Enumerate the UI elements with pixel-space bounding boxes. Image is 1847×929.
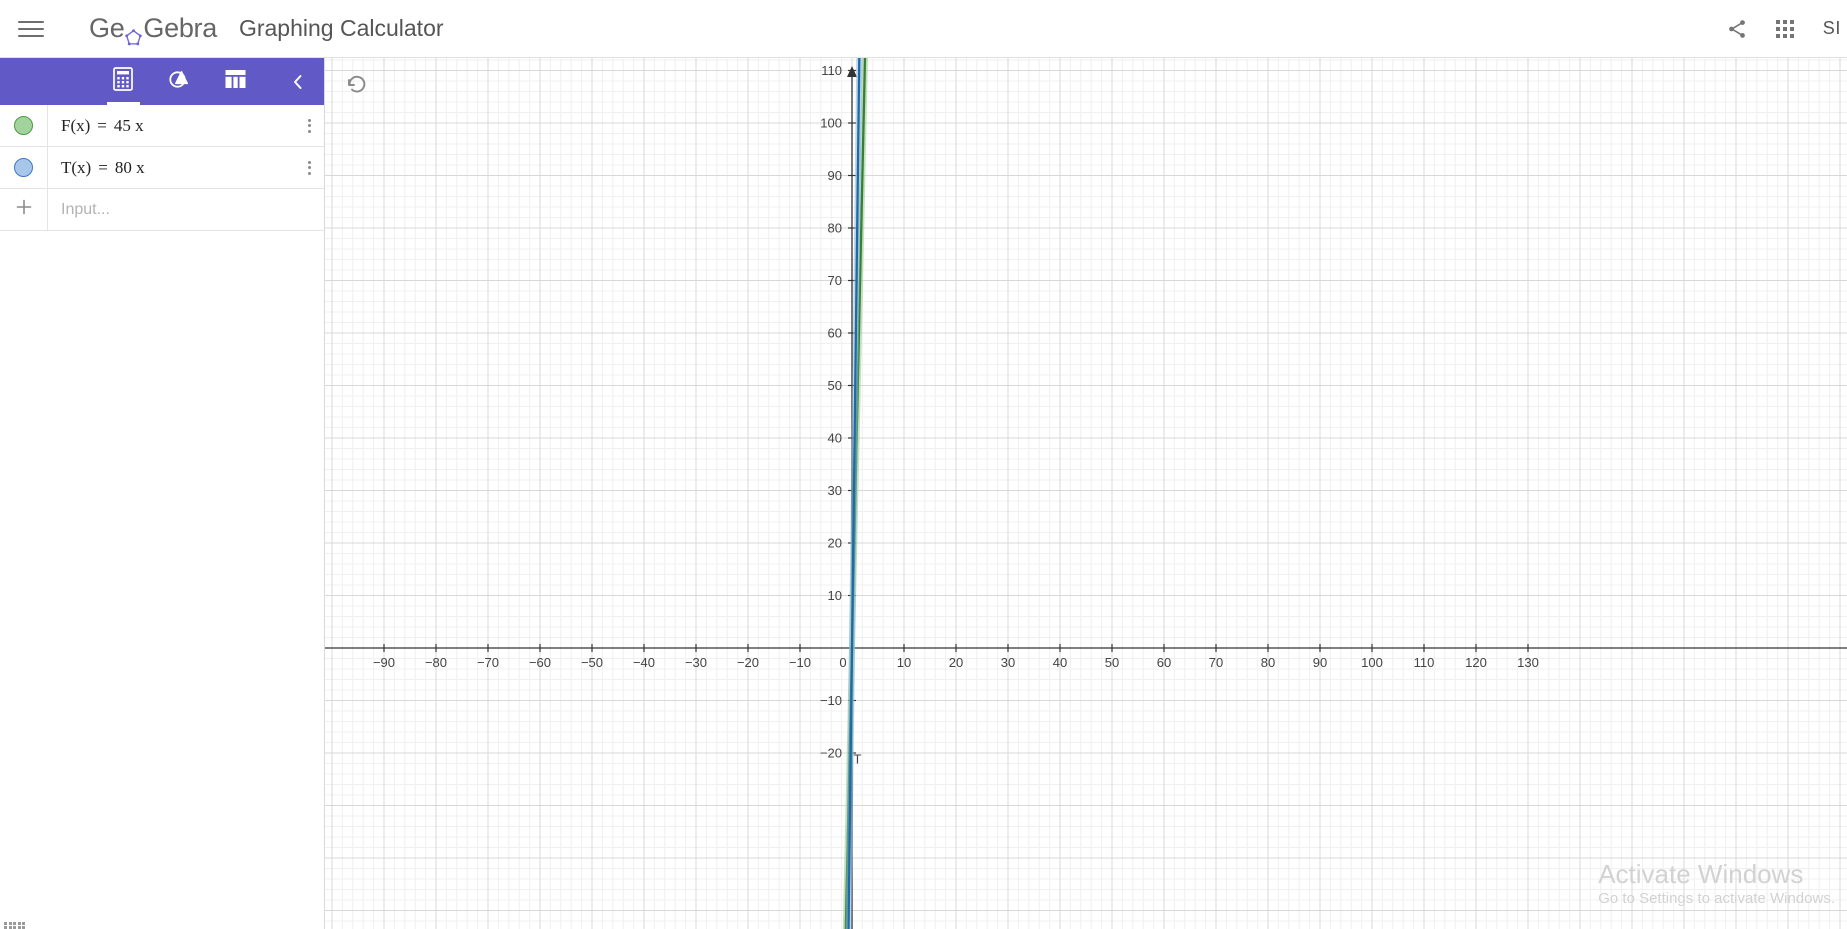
algebra-row[interactable]: T(x) = 80 x [0, 147, 324, 189]
geogebra-star-icon [125, 22, 143, 46]
svg-text:−10: −10 [820, 693, 842, 708]
svg-text:−30: −30 [685, 655, 707, 670]
undo-icon [345, 72, 369, 101]
new-input-row[interactable]: Input... [0, 189, 324, 231]
tab-tools[interactable] [151, 58, 207, 105]
kebab-menu-icon[interactable] [294, 147, 324, 188]
collapse-panel-button[interactable] [280, 58, 316, 105]
svg-text:80: 80 [828, 221, 842, 236]
svg-text:90: 90 [828, 168, 842, 183]
svg-text:120: 120 [1465, 655, 1487, 670]
chevron-left-icon [291, 73, 305, 91]
svg-text:20: 20 [828, 536, 842, 551]
row-expression[interactable]: T(x) = 80 x [48, 147, 294, 188]
svg-text:70: 70 [1209, 655, 1223, 670]
tab-algebra[interactable] [95, 58, 151, 105]
svg-text:40: 40 [828, 431, 842, 446]
add-row-button[interactable] [0, 189, 48, 230]
geogebra-logo: Ge Gebra [89, 13, 217, 46]
row-visibility-toggle[interactable] [0, 105, 48, 146]
svg-text:30: 30 [1001, 655, 1015, 670]
svg-text:100: 100 [820, 116, 842, 131]
function-expression: 45 x [113, 115, 144, 135]
svg-text:10: 10 [897, 655, 911, 670]
function-color-dot[interactable] [14, 158, 33, 177]
plus-icon [15, 198, 33, 221]
tab-table[interactable] [207, 58, 263, 105]
svg-text:−20: −20 [737, 655, 759, 670]
row-visibility-toggle[interactable] [0, 147, 48, 188]
svg-text:100: 100 [1361, 655, 1383, 670]
svg-text:−80: −80 [425, 655, 447, 670]
svg-text:−70: −70 [477, 655, 499, 670]
page-title: Graphing Calculator [238, 15, 444, 41]
function-expression: 80 x [114, 157, 145, 177]
app-bar-actions: SI [1713, 5, 1847, 53]
svg-text:−50: −50 [581, 655, 603, 670]
tools-icon [167, 67, 191, 96]
svg-text:110: 110 [1414, 655, 1435, 670]
input-placeholder: Input... [61, 200, 110, 218]
function-name: T(x) [61, 157, 92, 177]
svg-text:90: 90 [1313, 655, 1327, 670]
svg-text:60: 60 [1157, 655, 1171, 670]
app-bar: Ge Gebra Graphing Calculator SI [0, 0, 1847, 58]
svg-text:−20: −20 [820, 746, 842, 761]
calculator-icon [113, 67, 133, 96]
panel-tabs [95, 58, 263, 105]
kebab-menu-icon[interactable] [294, 105, 324, 146]
svg-text:−10: −10 [789, 655, 811, 670]
sign-in-button[interactable]: SI [1823, 18, 1841, 39]
hamburger-menu-icon[interactable] [18, 18, 46, 40]
svg-text:50: 50 [828, 378, 842, 393]
apps-grid-icon[interactable] [1761, 5, 1809, 53]
svg-text:40: 40 [1053, 655, 1067, 670]
svg-text:10: 10 [828, 588, 842, 603]
svg-text:−60: −60 [529, 655, 551, 670]
equals-sign: = [97, 115, 107, 135]
svg-text:20: 20 [949, 655, 963, 670]
undo-button[interactable] [337, 66, 377, 106]
graph-view[interactable]: −90 −80 −70 −60 −50 −40 −30 −20 −10 10 20 30 40 50 60 7… [325, 58, 1847, 929]
coordinate-plane[interactable]: −90 −80 −70 −60 −50 −40 −30 −20 −10 10 20 30 40 50 60 7… [325, 58, 1847, 929]
equals-sign: = [98, 157, 108, 177]
brand-text-part2: Gebra [143, 13, 217, 43]
table-icon [224, 68, 247, 95]
brand-text-part1: Ge [89, 13, 125, 43]
keyboard-toggle-icon[interactable] [4, 919, 30, 929]
svg-text:50: 50 [1105, 655, 1119, 670]
svg-text:0: 0 [839, 655, 846, 670]
algebra-panel: F(x) = 45 x T(x) = 80 x Input... [0, 58, 325, 929]
svg-text:−90: −90 [373, 655, 395, 670]
row-expression[interactable]: F(x) = 45 x [48, 105, 294, 146]
expression-input[interactable]: Input... [48, 189, 324, 230]
svg-text:80: 80 [1261, 655, 1275, 670]
share-icon[interactable] [1713, 5, 1761, 53]
algebra-row[interactable]: F(x) = 45 x [0, 105, 324, 147]
function-name: F(x) [61, 115, 91, 135]
svg-text:60: 60 [828, 326, 842, 341]
svg-text:130: 130 [1517, 655, 1539, 670]
panel-tabbar [0, 58, 324, 105]
svg-text:110: 110 [821, 63, 842, 78]
svg-text:−40: −40 [633, 655, 655, 670]
svg-text:70: 70 [828, 273, 842, 288]
svg-text:T: T [854, 752, 862, 767]
svg-text:30: 30 [828, 483, 842, 498]
function-color-dot[interactable] [14, 116, 33, 135]
